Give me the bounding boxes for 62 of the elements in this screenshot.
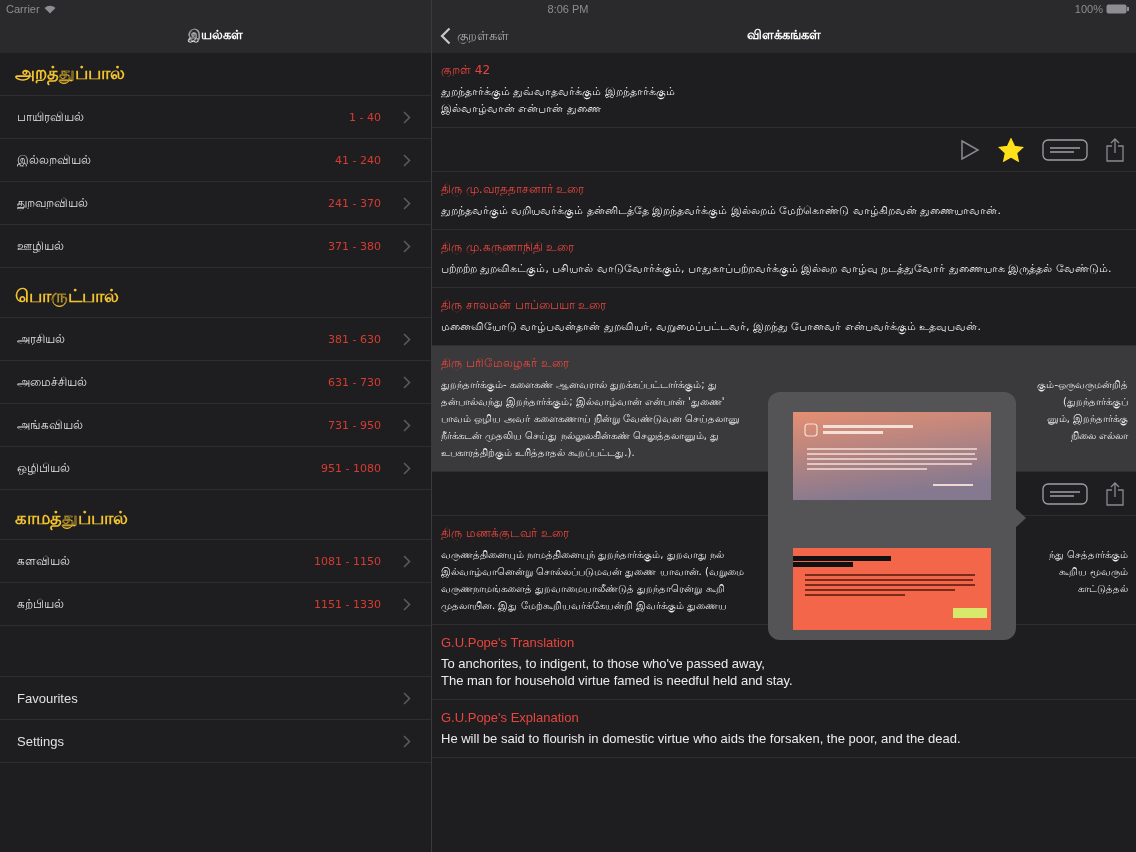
chevron-icon bbox=[403, 332, 411, 346]
section-header: அறத்துப்பால் bbox=[15, 62, 125, 86]
text-line: உபகாரத்திற்கும் உரித்தாதல் கூறப்பட்டது.). bbox=[441, 447, 635, 458]
text-line: காட்டுத்தல் bbox=[1078, 582, 1128, 596]
section-heading: திரு மு.வரததாசனார் உரை bbox=[441, 182, 586, 197]
text-line: To anchorites, to indigent, to those who've passed away, bbox=[441, 655, 766, 672]
text-line: கும்-ஒருவருமன்றித் bbox=[1037, 378, 1128, 393]
chevron-icon bbox=[403, 597, 411, 611]
section-heading: திரு மணக்குடவர் உரை bbox=[441, 526, 570, 541]
back-button[interactable]: குறள்கள் bbox=[440, 27, 509, 45]
chevron-icon bbox=[403, 461, 411, 475]
wifi-icon bbox=[43, 4, 56, 14]
text-style-button[interactable] bbox=[1042, 138, 1088, 161]
text-line: ந்து செத்தார்க்கும் bbox=[1048, 548, 1128, 563]
text-line: பாவம் ஒழிய அவர் களைகணாய் நின்று வேண்டுவன செய்தலானு bbox=[441, 413, 741, 424]
nav-title: விளக்கங்கள் bbox=[747, 27, 821, 44]
play-button[interactable] bbox=[960, 138, 980, 161]
favourite-button[interactable] bbox=[998, 137, 1024, 162]
chevron-icon bbox=[403, 196, 411, 210]
nav-title: இயல்கள் bbox=[188, 27, 243, 44]
text-line: வருணத்தினையும் நாமத்தினையுந் துறந்தார்க்கும், துறவாது நல் bbox=[441, 549, 724, 560]
battery-percent: 100% bbox=[1074, 3, 1103, 15]
text-line: நீர்க்கடன் முதலிய செய்து நல்லுலகின்கண் செலுத்தலானும், து bbox=[441, 430, 720, 441]
clock-time: 8:06 PM bbox=[547, 3, 589, 15]
text-line: He will be said to flourish in domestic virtue who aids the forsaken, the poor, and the dead. bbox=[441, 730, 962, 747]
chevron-icon bbox=[403, 110, 411, 124]
text-line: கூறிய மூவரும் bbox=[1058, 565, 1128, 580]
text-line: தன்பால்வந்து இறந்தார்க்கும்; இல்வாழ்வான் என்பான் 'துணை' bbox=[441, 396, 725, 407]
carrier-label: Carrier bbox=[6, 3, 40, 15]
text-style-button[interactable] bbox=[1042, 482, 1088, 505]
section-heading: திரு சாலமன் பாப்பையா உரை bbox=[441, 298, 608, 313]
text-line: பற்றற்ற துறவிகட்கும், பசியால் வாடுவோர்க்கும், பாதுகாப்பற்றவர்க்கும் இல்லற வாழ்வு நடத்துவோர் துணையாக இருத்தல் வேண்டும். bbox=[441, 261, 1113, 277]
chevron-icon bbox=[403, 418, 411, 432]
text-line: துறந்தார்க்கும்- களைகண் ஆனவரால் துறக்கப்பட்டார்க்கும்; து bbox=[441, 379, 717, 390]
text-line: னும், இறந்தார்க்கு bbox=[1046, 412, 1128, 427]
text-line: (துறந்தார்க்குப் bbox=[1063, 395, 1128, 410]
chevron-icon bbox=[440, 27, 451, 45]
section-heading: G.U.Pope's Translation bbox=[441, 635, 576, 650]
share-button[interactable] bbox=[1106, 137, 1124, 162]
text-line: வருணநாமங்களைத் துறவாமையாலீண்டுத் துறந்தாரென்று கூறி bbox=[441, 583, 725, 594]
chevron-icon bbox=[403, 153, 411, 167]
section-header: காமத்துப்பால் bbox=[15, 507, 128, 531]
text-line: மனைவியோடு வாழ்பவன்தான் துறவியர், வறுமைப்பட்டவர், இறந்து போனவர் என்பவர்க்கும் உதவுபவன். bbox=[441, 319, 982, 335]
share-button[interactable] bbox=[1106, 481, 1124, 506]
chevron-icon bbox=[403, 554, 411, 568]
section-heading: குறள் 42 bbox=[441, 63, 492, 78]
text-line: துறந்தார்க்கும் துவ்வாதவர்க்கும் இறந்தார்க்கும் bbox=[441, 84, 676, 100]
chevron-icon bbox=[403, 691, 411, 705]
section-header: பொருட்பால் bbox=[15, 285, 119, 309]
text-line: The man for household virtue famed is needful held and stay. bbox=[441, 672, 794, 689]
section-heading: G.U.Pope's Explanation bbox=[441, 710, 580, 725]
text-line: துறந்தவர்கும் வறியவர்க்கும் தன்னிடத்தே இறந்தவர்க்கும் இல்லறம் மேற்கொண்டு வாழ்கிறவன் துணையாவான். bbox=[441, 203, 1002, 219]
text-line: நிலை எல்லா bbox=[1070, 429, 1128, 444]
text-line: இல்வாழ்வான் என்பான் துணை bbox=[441, 101, 602, 117]
text-line: முதலாயின. இது மேற்கூறியவர்க்கேயன்றி இவர்க்கும் துணைய bbox=[441, 600, 727, 611]
chevron-icon bbox=[403, 375, 411, 389]
chevron-icon bbox=[403, 734, 411, 748]
text-line: இல்வாழ்வானென்று சொல்லப்படுமவன் துணை யாவான். (வறுமை bbox=[441, 566, 744, 577]
section-heading: திரு மு.கருணாநிதி உரை bbox=[441, 240, 576, 255]
chevron-icon bbox=[403, 239, 411, 253]
battery-icon bbox=[1106, 4, 1130, 14]
section-heading: திரு பரிமேலழகர் உரை bbox=[441, 356, 570, 371]
